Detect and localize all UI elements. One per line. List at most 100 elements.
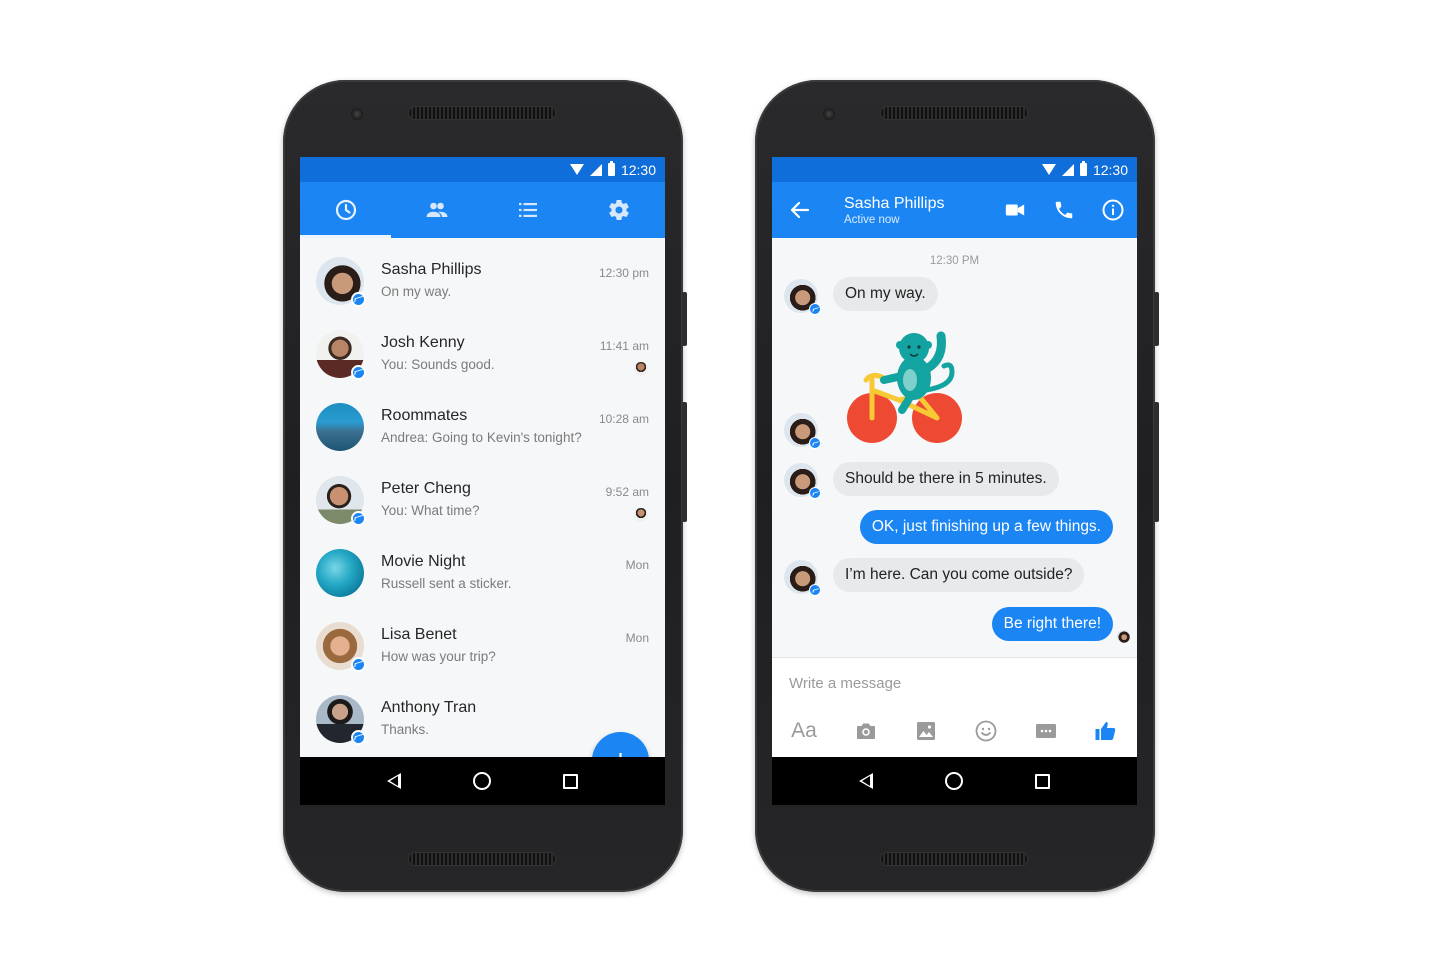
message-bubble-incoming[interactable]: On my way. bbox=[833, 277, 938, 311]
tab-people[interactable] bbox=[391, 182, 482, 238]
info-button[interactable] bbox=[1088, 182, 1137, 238]
conversation-item[interactable]: Peter Cheng You: What time? 9:52 am bbox=[300, 463, 665, 536]
seen-avatar-icon bbox=[634, 362, 648, 376]
status-time: 12:30 bbox=[620, 161, 656, 178]
image-icon bbox=[917, 722, 935, 740]
monkey-bicycle-sticker[interactable] bbox=[844, 328, 964, 448]
conversation-item[interactable]: Josh Kenny You: Sounds good. 11:41 am bbox=[300, 317, 665, 390]
back-arrow-icon[interactable] bbox=[788, 198, 812, 222]
nav-recents-button[interactable] bbox=[559, 769, 583, 793]
sender-avatar bbox=[784, 413, 821, 449]
messenger-badge-icon bbox=[351, 729, 366, 745]
people-icon bbox=[426, 202, 448, 217]
phone-right: 12:30 Sasha Phillips Active now 12:30 PM… bbox=[755, 80, 1159, 892]
messenger-badge-icon bbox=[809, 487, 821, 499]
wifi-icon bbox=[1041, 164, 1056, 175]
conversation-snippet: How was your trip? bbox=[381, 648, 496, 664]
conversation-list-screen: 12:30 Sasha Phillips On my way. 12:30 pm… bbox=[300, 157, 665, 805]
tab-settings[interactable] bbox=[574, 182, 665, 238]
message-bubble-incoming[interactable]: Should be there in 5 minutes. bbox=[833, 462, 1059, 496]
bottom-speaker bbox=[881, 853, 1027, 865]
nav-home-button[interactable] bbox=[942, 769, 966, 793]
messenger-badge-icon bbox=[809, 437, 821, 449]
tab-recent[interactable] bbox=[300, 182, 392, 238]
info-icon bbox=[1102, 199, 1123, 221]
app-bar bbox=[300, 182, 665, 238]
conversation-snippet: You: Sounds good. bbox=[381, 356, 495, 372]
status-bar: 12:30 bbox=[300, 157, 665, 182]
conversation-snippet: Andrea: Going to Kevin's tonight? bbox=[381, 429, 582, 445]
chat-screen: 12:30 Sasha Phillips Active now 12:30 PM… bbox=[772, 157, 1137, 805]
avatar bbox=[316, 256, 366, 307]
composer-toolbar: Aa bbox=[772, 718, 1137, 744]
list-icon bbox=[519, 203, 538, 217]
avatar bbox=[316, 548, 364, 597]
sender-avatar bbox=[784, 279, 821, 315]
tab-groups[interactable] bbox=[483, 182, 574, 238]
wifi-icon bbox=[569, 164, 584, 175]
message-composer: Aa bbox=[772, 657, 1137, 757]
avatar bbox=[316, 475, 366, 526]
message-thread: 12:30 PM On my way. Should be there in 5… bbox=[772, 238, 1137, 657]
emoji-button[interactable] bbox=[973, 718, 999, 744]
clock-icon bbox=[335, 199, 356, 221]
nav-back-button[interactable] bbox=[854, 769, 878, 793]
sender-avatar bbox=[784, 560, 821, 596]
front-camera bbox=[823, 108, 835, 120]
contact-name[interactable]: Sasha Phillips bbox=[844, 194, 990, 213]
messenger-badge-icon bbox=[351, 656, 366, 672]
message-bubble-incoming[interactable]: I’m here. Can you come outside? bbox=[833, 558, 1085, 592]
tab-bar bbox=[300, 182, 665, 238]
conversation-name: Movie Night bbox=[381, 552, 466, 570]
like-button[interactable] bbox=[1093, 718, 1119, 744]
voice-call-button[interactable] bbox=[1039, 182, 1088, 238]
conversation-time: 12:30 pm bbox=[598, 266, 649, 280]
phone-icon bbox=[1055, 201, 1072, 219]
gear-icon bbox=[609, 200, 630, 221]
conversation-list: Sasha Phillips On my way. 12:30 pm Josh … bbox=[300, 238, 665, 755]
phone-left: 12:30 Sasha Phillips On my way. 12:30 pm… bbox=[283, 80, 687, 892]
volume-button bbox=[1154, 402, 1159, 522]
conversation-item[interactable]: Movie Night Russell sent a sticker. Mon bbox=[300, 536, 665, 609]
battery-icon bbox=[607, 161, 615, 176]
message-input[interactable] bbox=[789, 675, 1109, 692]
messenger-badge-icon bbox=[809, 584, 821, 596]
messenger-badge-icon bbox=[351, 510, 366, 526]
sender-avatar bbox=[784, 463, 821, 499]
text-format-button[interactable]: Aa bbox=[789, 718, 819, 744]
conversation-name: Lisa Benet bbox=[381, 625, 457, 643]
back-icon bbox=[859, 773, 874, 789]
conversation-item[interactable]: Sasha Phillips On my way. 12:30 pm bbox=[300, 244, 665, 317]
conversation-time: Mon bbox=[625, 631, 649, 645]
message-timestamp: 12:30 PM bbox=[929, 255, 980, 267]
recents-icon bbox=[1035, 773, 1051, 789]
message-bubble-outgoing[interactable]: OK, just finishing up a few things. bbox=[859, 510, 1113, 544]
navigation-bar bbox=[772, 757, 1137, 805]
front-camera bbox=[351, 108, 363, 120]
earpiece-speaker bbox=[409, 107, 555, 119]
camera-button[interactable] bbox=[853, 718, 879, 744]
bottom-speaker bbox=[409, 853, 555, 865]
gallery-button[interactable] bbox=[913, 718, 939, 744]
video-call-button[interactable] bbox=[990, 182, 1039, 238]
message-bubble-outgoing[interactable]: Be right there! bbox=[991, 607, 1113, 641]
avatar bbox=[316, 402, 364, 451]
messenger-badge-icon bbox=[809, 303, 821, 315]
nav-recents-button[interactable] bbox=[1031, 769, 1055, 793]
thumbs-up-icon bbox=[1095, 722, 1116, 740]
emoji-icon bbox=[975, 720, 997, 742]
conversation-item[interactable]: Roommates Andrea: Going to Kevin's tonig… bbox=[300, 390, 665, 463]
messenger-badge-icon bbox=[351, 364, 366, 380]
nav-home-button[interactable] bbox=[470, 769, 494, 793]
nav-back-button[interactable] bbox=[382, 769, 406, 793]
recents-icon bbox=[563, 773, 579, 789]
more-button[interactable] bbox=[1033, 718, 1059, 744]
status-bar: 12:30 bbox=[772, 157, 1137, 182]
volume-button bbox=[682, 402, 687, 522]
conversation-snippet: You: What time? bbox=[381, 502, 480, 518]
status-time: 12:30 bbox=[1092, 161, 1128, 178]
seen-avatar-icon bbox=[1117, 630, 1130, 643]
conversation-item[interactable]: Lisa Benet How was your trip? Mon bbox=[300, 609, 665, 682]
conversation-snippet: Russell sent a sticker. bbox=[381, 575, 512, 591]
home-icon bbox=[945, 772, 964, 790]
